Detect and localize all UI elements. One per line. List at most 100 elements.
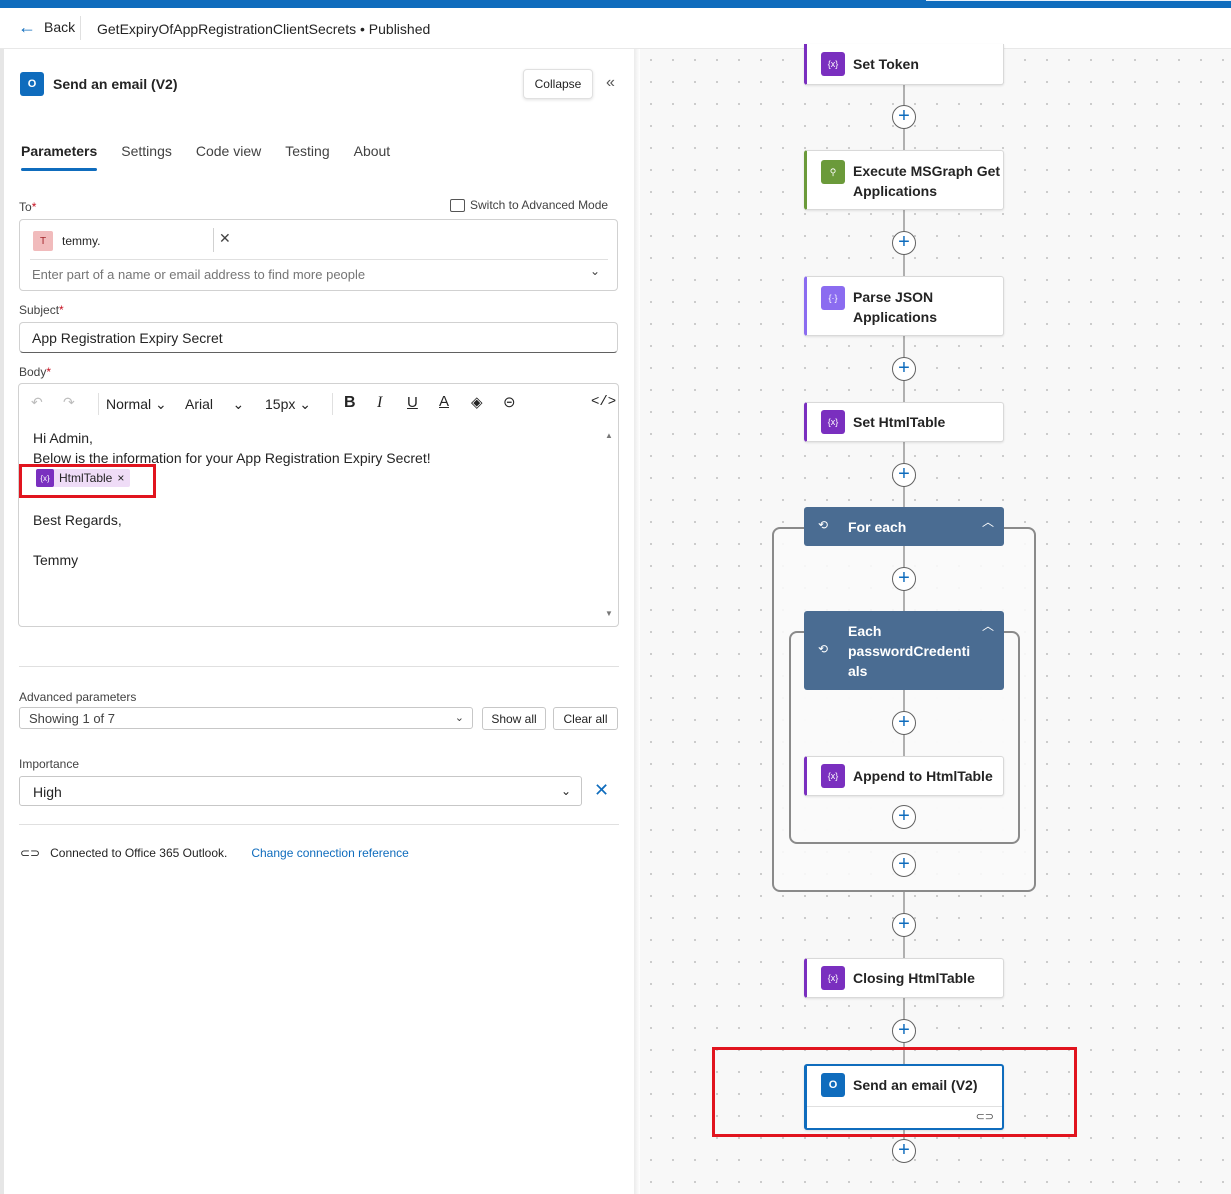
to-field[interactable]: T temmy. ✕ ⌄ xyxy=(19,219,618,291)
recipient-chip[interactable]: T temmy. xyxy=(33,231,100,251)
chevron-up-icon[interactable]: ︿ xyxy=(982,617,994,634)
node-label: Append to HtmlTable xyxy=(853,768,993,784)
body-label: Body* xyxy=(19,365,52,379)
scroll-down-icon[interactable]: ▼ xyxy=(605,609,613,618)
body-line: Temmy xyxy=(33,552,79,568)
tab-code-view[interactable]: Code view xyxy=(196,143,261,171)
node-label-line: Parse JSON xyxy=(853,289,934,305)
loop-icon: ⟲ xyxy=(818,518,829,532)
advanced-mode-icon xyxy=(450,198,465,212)
add-step-button[interactable]: + xyxy=(892,711,916,735)
advanced-parameters-value: Showing 1 of 7 xyxy=(29,711,116,726)
variable-icon: {x} xyxy=(821,966,845,990)
parse-json-icon: {·} xyxy=(821,286,845,310)
redo-icon[interactable]: ↷ xyxy=(63,394,75,411)
people-search-input[interactable] xyxy=(32,267,582,282)
node-label-line: Applications xyxy=(853,183,938,199)
clear-all-button[interactable]: Clear all xyxy=(553,707,618,730)
node-parse-json[interactable]: {·} Parse JSON Applications xyxy=(804,276,1004,336)
undo-icon[interactable]: ↶ xyxy=(31,394,43,411)
recipient-name: temmy. xyxy=(62,234,101,248)
node-label-line: passwordCredenti xyxy=(848,643,971,659)
editor-content[interactable]: Hi Admin, Below is the information for y… xyxy=(33,428,431,468)
divider xyxy=(19,824,619,825)
body-line: Hi Admin, xyxy=(33,430,93,446)
outlook-icon: O xyxy=(20,72,44,96)
toolbar-divider xyxy=(332,393,333,415)
toolbar-divider xyxy=(98,393,99,415)
back-button[interactable]: ← Back xyxy=(18,17,76,37)
italic-icon[interactable]: I xyxy=(377,394,382,412)
body-editor[interactable]: ↶ ↷ Normal ⌄ Arial ⌄ 15px ⌄ B I U A ◈ ⊝ … xyxy=(18,383,619,627)
node-execute-msgraph[interactable]: ⚲ Execute MSGraph Get Applications xyxy=(804,150,1004,210)
underline-icon[interactable]: U xyxy=(407,394,418,411)
advanced-parameters-dropdown[interactable]: Showing 1 of 7 ⌄ xyxy=(19,707,473,729)
font-size-dropdown[interactable]: 15px ⌄ xyxy=(265,396,311,413)
add-step-button[interactable]: + xyxy=(892,231,916,255)
importance-dropdown[interactable]: High ⌄ xyxy=(19,776,582,806)
highlight-color-icon[interactable]: ◈ xyxy=(471,393,483,411)
font-color-icon[interactable]: A xyxy=(439,393,449,410)
remove-recipient-icon[interactable]: ✕ xyxy=(219,230,231,247)
code-view-icon[interactable]: </> xyxy=(591,394,616,410)
node-label: For each xyxy=(848,519,907,535)
back-label: Back xyxy=(44,19,76,35)
bold-icon[interactable]: B xyxy=(344,394,356,412)
highlight-annotation xyxy=(19,464,156,498)
switch-advanced-label: Switch to Advanced Mode xyxy=(470,198,609,212)
add-step-button[interactable]: + xyxy=(892,357,916,381)
highlight-annotation xyxy=(712,1047,1077,1137)
add-step-button[interactable]: + xyxy=(892,853,916,877)
add-step-button[interactable]: + xyxy=(892,1139,916,1163)
change-connection-link[interactable]: Change connection reference xyxy=(251,846,408,860)
node-label: Execute MSGraph Get Applications xyxy=(853,161,1000,201)
connection-icon: ⊂⊃ xyxy=(20,846,41,860)
chip-divider xyxy=(213,228,214,252)
chevron-up-icon[interactable]: ︿ xyxy=(982,513,994,530)
subject-label: Subject* xyxy=(19,303,64,317)
variable-icon: {x} xyxy=(821,52,845,76)
add-step-button[interactable]: + xyxy=(892,105,916,129)
header-divider xyxy=(80,16,81,40)
flow-title: GetExpiryOfAppRegistrationClientSecrets … xyxy=(97,21,431,37)
tab-settings[interactable]: Settings xyxy=(121,143,172,171)
node-label: Each passwordCredenti als xyxy=(848,621,970,681)
add-step-button[interactable]: + xyxy=(892,1019,916,1043)
add-step-button[interactable]: + xyxy=(892,805,916,829)
panel-tabs: Parameters Settings Code view Testing Ab… xyxy=(21,143,414,171)
connection-text: Connected to Office 365 Outlook. xyxy=(50,846,228,860)
node-label-line: Execute MSGraph Get xyxy=(853,163,1001,179)
variable-icon: {x} xyxy=(821,764,845,788)
node-append-htmltable[interactable]: {x} Append to HtmlTable xyxy=(804,756,1004,796)
back-arrow-icon: ← xyxy=(18,17,36,37)
add-step-button[interactable]: + xyxy=(892,463,916,487)
chevron-down-icon: ⌄ xyxy=(560,784,571,798)
variable-icon: {x} xyxy=(821,410,845,434)
tab-testing[interactable]: Testing xyxy=(285,143,329,171)
switch-advanced-mode-button[interactable]: Switch to Advanced Mode xyxy=(450,198,608,212)
node-label-line: als xyxy=(848,663,868,679)
node-each-password-credentials[interactable]: ⟲ Each passwordCredenti als ︿ xyxy=(804,611,1004,690)
tab-parameters[interactable]: Parameters xyxy=(21,143,98,171)
clear-importance-icon[interactable]: ✕ xyxy=(594,780,609,801)
advanced-parameters-label: Advanced parameters xyxy=(19,690,137,704)
add-step-button[interactable]: + xyxy=(892,913,916,937)
node-set-htmltable[interactable]: {x} Set HtmlTable xyxy=(804,402,1004,442)
chevron-down-icon[interactable]: ⌄ xyxy=(590,264,600,278)
font-family-dropdown[interactable]: Arial ⌄ xyxy=(185,396,244,413)
show-all-button[interactable]: Show all xyxy=(482,707,546,730)
node-for-each[interactable]: ⟲ For each ︿ xyxy=(804,507,1004,546)
subject-input[interactable]: App Registration Expiry Secret xyxy=(19,322,618,353)
to-label: To* xyxy=(19,200,37,214)
tab-about[interactable]: About xyxy=(354,143,391,171)
double-chevron-left-icon[interactable]: « xyxy=(606,74,615,92)
paragraph-style-dropdown[interactable]: Normal ⌄ xyxy=(106,396,167,413)
collapse-button[interactable]: Collapse xyxy=(523,69,593,99)
link-icon[interactable]: ⊝ xyxy=(503,393,516,411)
node-label-line: Each xyxy=(848,623,882,639)
add-step-button[interactable]: + xyxy=(892,567,916,591)
node-closing-htmltable[interactable]: {x} Closing HtmlTable xyxy=(804,958,1004,998)
node-set-token[interactable]: {x} Set Token xyxy=(804,44,1004,85)
to-divider xyxy=(30,259,608,260)
scroll-up-icon[interactable]: ▲ xyxy=(605,431,613,440)
